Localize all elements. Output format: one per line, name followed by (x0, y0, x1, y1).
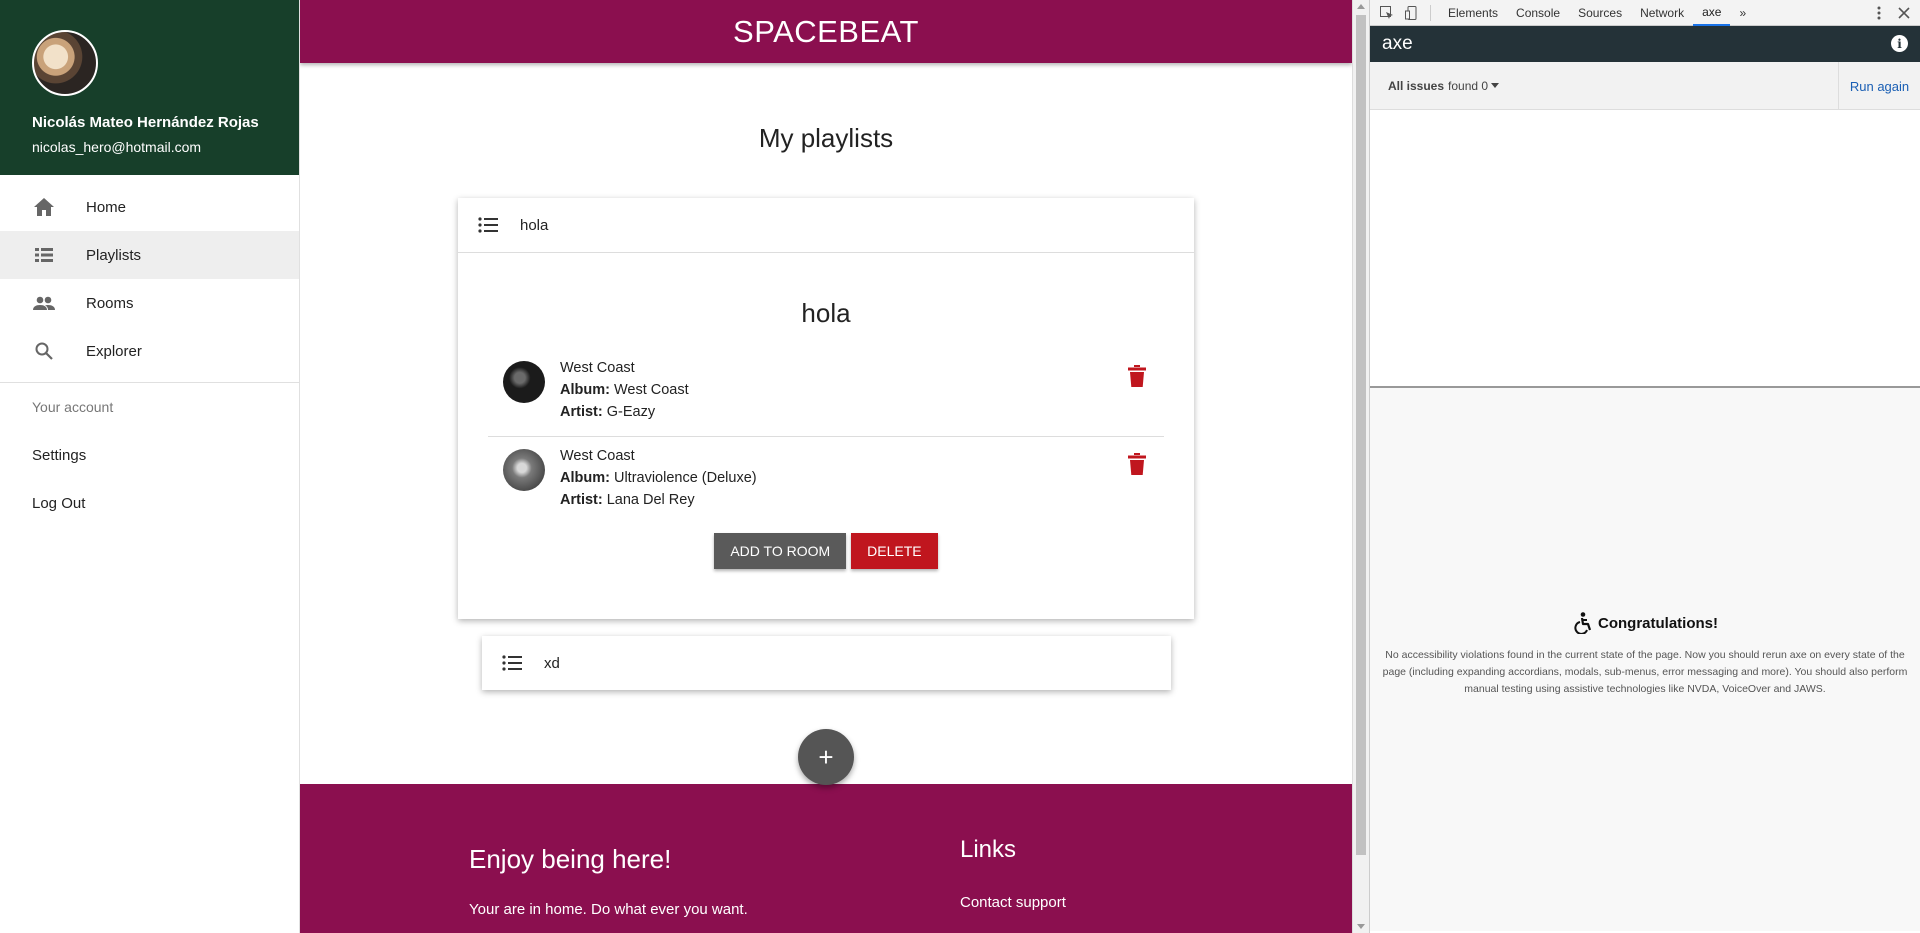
tab-network[interactable]: Network (1631, 0, 1693, 26)
sidebar-item-label: Playlists (86, 246, 142, 264)
settings-link[interactable]: Settings (0, 431, 299, 479)
playlist-title: hola (801, 298, 851, 328)
playlist-name: xd (544, 654, 560, 672)
artist-label: Artist: (560, 404, 603, 420)
device-toggle-icon[interactable] (1404, 5, 1420, 21)
sidebar-item-label: Home (86, 198, 127, 216)
user-name: Nicolás Mateo Hernández Rojas (32, 114, 259, 131)
nav-list: Home Playlists Rooms Explorer (0, 175, 299, 375)
track-item: West Coast Album: Ultraviolence (Deluxe)… (488, 436, 1164, 523)
album-label: Album: (560, 382, 610, 398)
user-email: nicolas_hero@hotmail.com (32, 139, 202, 155)
playlist-actions: ADD TO ROOM DELETE (458, 533, 1194, 569)
chevron-down-icon[interactable] (1491, 83, 1500, 88)
delete-playlist-button[interactable]: DELETE (851, 533, 938, 569)
home-icon (32, 195, 56, 219)
tab-sources[interactable]: Sources (1569, 0, 1631, 26)
account-section-label: Your account (32, 399, 114, 415)
search-icon (32, 339, 56, 363)
page-scrollbar[interactable] (1352, 0, 1369, 933)
footer-title: Enjoy being here! (469, 844, 672, 874)
track-album: Ultraviolence (Deluxe) (613, 470, 757, 486)
list-icon (32, 243, 56, 267)
album-cover (503, 449, 545, 491)
tab-console[interactable]: Console (1507, 0, 1569, 26)
sidebar-item-rooms[interactable]: Rooms (0, 279, 299, 327)
kebab-menu-icon[interactable] (1871, 5, 1887, 21)
congrats-title: Congratulations! (1598, 614, 1718, 632)
track-album: West Coast (613, 382, 689, 398)
devtools-tabbar: Elements Console Sources Network axe » (1370, 0, 1920, 26)
page-title: My playlists (758, 123, 894, 153)
list-icon (478, 217, 502, 233)
playlist-header[interactable]: xd (482, 636, 1171, 690)
playlist-header[interactable]: hola (458, 198, 1194, 253)
people-icon (32, 291, 56, 315)
scroll-up-icon[interactable] (1357, 4, 1365, 9)
accessibility-icon (1574, 612, 1592, 634)
track-artist: Lana Del Rey (606, 492, 695, 508)
close-icon[interactable] (1896, 5, 1912, 21)
playlist-card: hola hola West Coast Album: West Coast A… (458, 198, 1194, 619)
sidebar-item-explorer[interactable]: Explorer (0, 327, 299, 375)
track-artist: G-Eazy (606, 404, 656, 420)
axe-header: axe i (1370, 26, 1920, 62)
list-icon (502, 655, 526, 671)
issues-filter[interactable]: All issues (1388, 79, 1444, 93)
main-content: SPACEBEAT My playlists hola hola West Co… (300, 0, 1352, 933)
congrats-heading: Congratulations! (1370, 612, 1920, 634)
app-title: SPACEBEAT (733, 13, 919, 49)
track-list: West Coast Album: West Coast Artist: G-E… (488, 349, 1164, 523)
add-to-room-button[interactable]: ADD TO ROOM (714, 533, 847, 569)
footer-links-title: Links (960, 836, 1017, 863)
inspect-icon[interactable] (1379, 5, 1395, 21)
sidebar-item-home[interactable]: Home (0, 183, 299, 231)
track-info: West Coast Album: Ultraviolence (Deluxe)… (560, 445, 757, 523)
scroll-down-icon[interactable] (1357, 924, 1365, 929)
avatar (32, 30, 98, 96)
scrollbar-thumb[interactable] (1356, 15, 1366, 855)
tab-elements[interactable]: Elements (1439, 0, 1507, 26)
axe-title: axe (1382, 33, 1413, 54)
delete-track-icon[interactable] (1128, 365, 1146, 387)
issues-list (1370, 110, 1920, 388)
album-cover (503, 361, 545, 403)
issues-count: found 0 (1448, 78, 1489, 93)
track-title: West Coast (560, 360, 635, 376)
track-item: West Coast Album: West Coast Artist: G-E… (488, 349, 1164, 436)
sidebar: Nicolás Mateo Hernández Rojas nicolas_he… (0, 0, 300, 933)
info-icon[interactable]: i (1891, 35, 1908, 52)
sidebar-item-playlists[interactable]: Playlists (0, 231, 299, 279)
congrats-text: No accessibility violations found in the… (1382, 649, 1908, 695)
playlist-name: hola (520, 216, 549, 234)
album-label: Album: (560, 470, 610, 486)
more-tabs-button[interactable]: » (1730, 0, 1755, 26)
run-again-button[interactable]: Run again (1838, 62, 1920, 110)
app-header: SPACEBEAT (300, 0, 1352, 63)
sidebar-item-label: Rooms (86, 294, 134, 312)
sidebar-header: Nicolás Mateo Hernández Rojas nicolas_he… (0, 0, 299, 175)
artist-label: Artist: (560, 492, 603, 508)
issues-bar: All issues found 0 Run again (1370, 62, 1920, 110)
delete-track-icon[interactable] (1128, 453, 1146, 475)
footer: Enjoy being here! Your are in home. Do w… (300, 784, 1352, 933)
devtools-panel: Elements Console Sources Network axe » a… (1369, 0, 1920, 933)
playlist-card[interactable]: xd (482, 636, 1171, 690)
add-playlist-button[interactable]: + (798, 729, 854, 785)
tab-axe[interactable]: axe (1693, 0, 1731, 26)
track-info: West Coast Album: West Coast Artist: G-E… (560, 357, 689, 436)
contact-support-link[interactable]: Contact support (960, 894, 1066, 911)
footer-text: Your are in home. Do what ever you want. (469, 901, 748, 918)
toolbar-divider (1430, 4, 1431, 21)
issue-details: Congratulations! No accessibility violat… (1370, 388, 1920, 931)
sidebar-item-label: Explorer (86, 342, 142, 360)
logout-link[interactable]: Log Out (0, 479, 299, 527)
track-title: West Coast (560, 448, 635, 464)
